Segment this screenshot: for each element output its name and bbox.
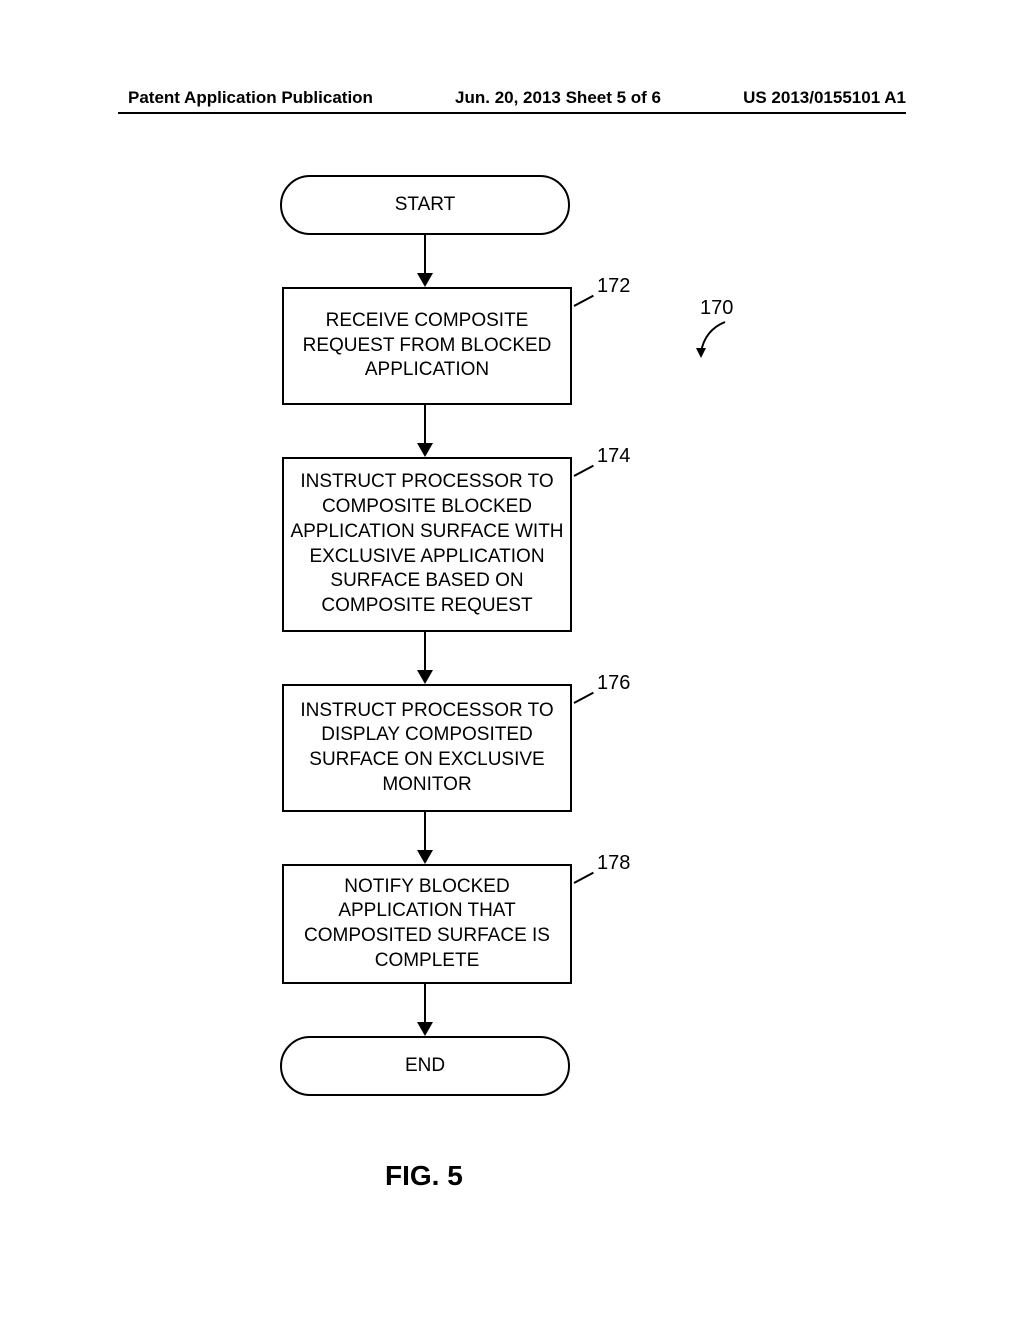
terminator-start: START [280, 175, 570, 235]
ref-leader-174 [574, 465, 594, 477]
patent-header: Patent Application Publication Jun. 20, … [0, 88, 1024, 108]
ref-label-176: 176 [597, 672, 630, 695]
process-step-174: INSTRUCT PROCESSOR TO COMPOSITE BLOCKED … [282, 457, 572, 632]
arrow-line [424, 235, 426, 275]
process-step-176-text: INSTRUCT PROCESSOR TO DISPLAY COMPOSITED… [290, 699, 564, 798]
arrow-line [424, 984, 426, 1024]
figure-label: FIG. 5 [385, 1160, 463, 1192]
process-step-176: INSTRUCT PROCESSOR TO DISPLAY COMPOSITED… [282, 684, 572, 812]
header-divider [118, 112, 906, 114]
arrow-head-icon [417, 1022, 433, 1036]
header-pub-number: US 2013/0155101 A1 [743, 88, 906, 108]
process-step-178-text: NOTIFY BLOCKED APPLICATION THAT COMPOSIT… [290, 875, 564, 974]
terminator-end: END [280, 1036, 570, 1096]
ref-leader-176 [574, 692, 594, 704]
arrow-line [424, 632, 426, 672]
process-step-172-text: RECEIVE COMPOSITE REQUEST FROM BLOCKED A… [290, 309, 564, 383]
arrow-head-icon [417, 850, 433, 864]
ref-leader-172 [574, 295, 594, 307]
ref-label-172: 172 [597, 275, 630, 298]
ref-label-174: 174 [597, 445, 630, 468]
header-publication: Patent Application Publication [128, 88, 373, 108]
arrow-head-icon [417, 670, 433, 684]
arrow-line [424, 812, 426, 852]
ref-leader-178 [574, 872, 594, 884]
process-step-178: NOTIFY BLOCKED APPLICATION THAT COMPOSIT… [282, 864, 572, 984]
arrow-line [424, 405, 426, 445]
terminator-end-label: END [405, 1055, 445, 1077]
arrow-head-icon [417, 273, 433, 287]
process-step-172: RECEIVE COMPOSITE REQUEST FROM BLOCKED A… [282, 287, 572, 405]
ref-label-178: 178 [597, 852, 630, 875]
ref-hook-170 [695, 320, 735, 360]
header-date-sheet: Jun. 20, 2013 Sheet 5 of 6 [455, 88, 661, 108]
process-step-174-text: INSTRUCT PROCESSOR TO COMPOSITE BLOCKED … [290, 470, 564, 618]
flowchart-diagram: START RECEIVE COMPOSITE REQUEST FROM BLO… [0, 175, 1024, 1195]
ref-label-170: 170 [700, 297, 733, 320]
terminator-start-label: START [395, 194, 456, 216]
arrow-head-icon [417, 443, 433, 457]
